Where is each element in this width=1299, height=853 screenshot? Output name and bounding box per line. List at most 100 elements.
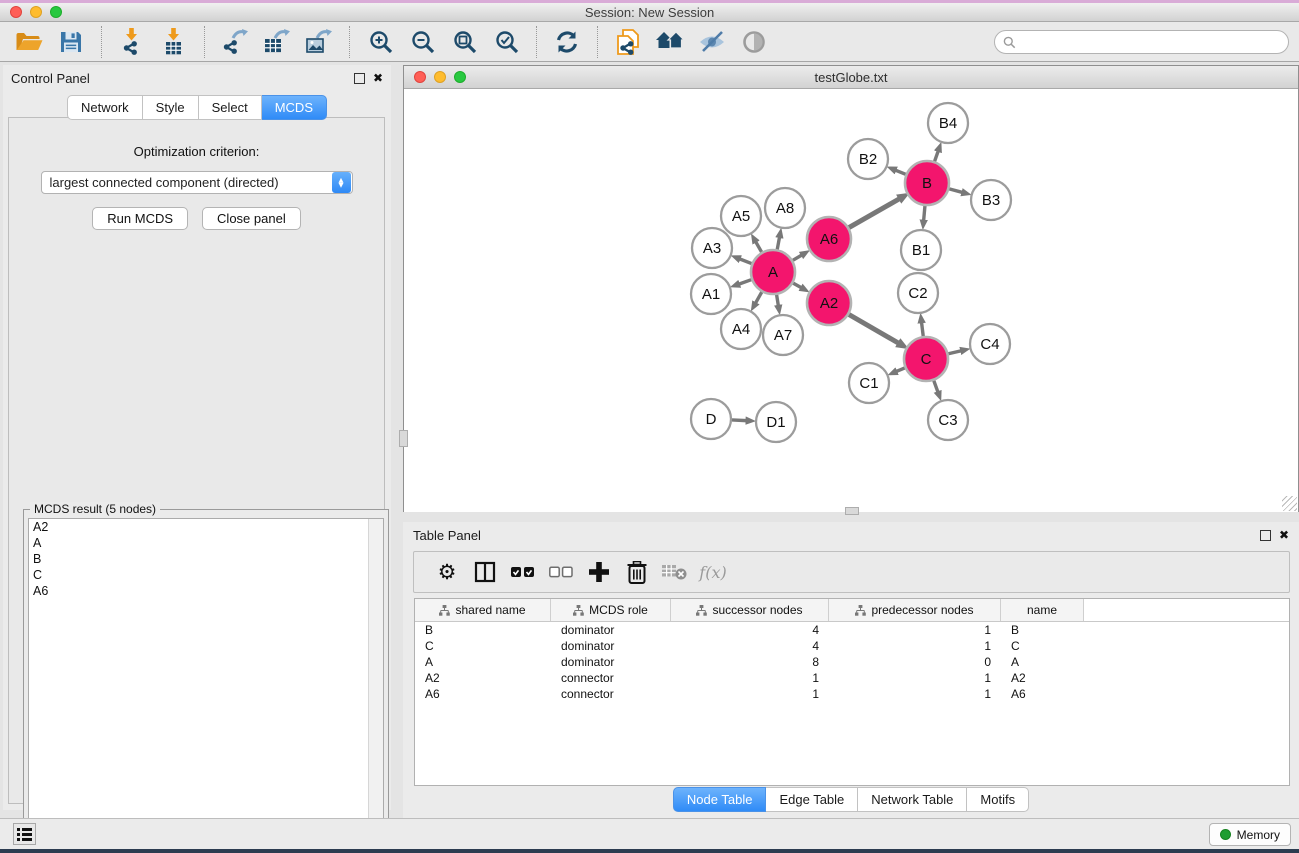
result-item[interactable]: A <box>29 535 383 551</box>
result-item[interactable]: A6 <box>29 583 383 599</box>
search-input[interactable] <box>1021 34 1288 50</box>
close-panel-icon[interactable]: ✖ <box>373 73 383 83</box>
show-columns-button[interactable] <box>466 555 504 589</box>
table-row[interactable]: Cdominator41C <box>415 638 1289 654</box>
graph-node-C2[interactable]: C2 <box>898 273 938 313</box>
network-canvas[interactable]: B4B2BB3A8A5A6A3B1AC2A1A2A4A7C4CC1C3DD1 <box>404 89 1298 512</box>
export-image-button[interactable] <box>298 24 340 60</box>
bottom-splitter-grip[interactable] <box>845 507 859 515</box>
tab-node-table[interactable]: Node Table <box>673 787 767 812</box>
task-history-button[interactable] <box>13 823 36 845</box>
refresh-layout-button[interactable] <box>546 24 588 60</box>
result-item[interactable]: A2 <box>29 519 383 535</box>
table-settings-button[interactable]: ⚙ <box>428 555 466 589</box>
graph-node-D1[interactable]: D1 <box>756 402 796 442</box>
tab-edge-table[interactable]: Edge Table <box>766 787 858 812</box>
tab-motifs[interactable]: Motifs <box>967 787 1029 812</box>
graph-node-A1[interactable]: A1 <box>691 274 731 314</box>
table-row[interactable]: Bdominator41B <box>415 622 1289 638</box>
criterion-dropdown[interactable]: largest connected component (directed) ▲… <box>41 171 353 194</box>
edge-A2-C[interactable] <box>849 314 898 343</box>
graph-node-A[interactable]: A <box>751 250 795 294</box>
graph-node-A8[interactable]: A8 <box>765 188 805 228</box>
column-header-name[interactable]: name <box>1001 599 1084 621</box>
edge-C-C1[interactable] <box>897 368 905 371</box>
edge-B-B1[interactable] <box>924 206 925 220</box>
unselect-all-columns-button[interactable] <box>542 555 580 589</box>
net-close-icon[interactable] <box>414 71 426 83</box>
result-scrollbar[interactable] <box>368 519 383 843</box>
tab-select[interactable]: Select <box>199 95 262 120</box>
search-field[interactable] <box>994 30 1289 54</box>
open-file-button[interactable] <box>8 24 50 60</box>
close-table-panel-icon[interactable]: ✖ <box>1279 530 1289 540</box>
graph-node-B3[interactable]: B3 <box>971 180 1011 220</box>
table-row[interactable]: A6connector11A6 <box>415 686 1289 702</box>
graph-node-A6[interactable]: A6 <box>807 217 851 261</box>
create-column-button[interactable] <box>580 555 618 589</box>
graph-node-C1[interactable]: C1 <box>849 363 889 403</box>
graph-node-A7[interactable]: A7 <box>763 315 803 355</box>
net-zoom-icon[interactable] <box>454 71 466 83</box>
tab-style[interactable]: Style <box>143 95 199 120</box>
graph-node-A4[interactable]: A4 <box>721 309 761 349</box>
close-window-icon[interactable] <box>10 6 22 18</box>
tab-mcds[interactable]: MCDS <box>262 95 327 120</box>
graph-node-A3[interactable]: A3 <box>692 228 732 268</box>
graph-node-B4[interactable]: B4 <box>928 103 968 143</box>
edge-C-C4[interactable] <box>948 351 960 354</box>
delete-columns-button[interactable] <box>618 555 656 589</box>
column-header-successor-nodes[interactable]: successor nodes <box>671 599 829 621</box>
column-header-MCDS-role[interactable]: MCDS role <box>551 599 671 621</box>
hide-details-button[interactable] <box>691 24 733 60</box>
edge-A-A7[interactable] <box>777 295 779 306</box>
import-table-button[interactable] <box>153 24 195 60</box>
net-minimize-icon[interactable] <box>434 71 446 83</box>
select-all-columns-button[interactable] <box>504 555 542 589</box>
show-details-button[interactable] <box>733 24 775 60</box>
float-panel-icon[interactable] <box>354 73 365 84</box>
zoom-fit-button[interactable] <box>443 24 485 60</box>
graph-node-B2[interactable]: B2 <box>848 139 888 179</box>
edge-A-A2[interactable] <box>793 283 801 287</box>
graph-node-C3[interactable]: C3 <box>928 400 968 440</box>
import-network-button[interactable] <box>111 24 153 60</box>
zoom-window-icon[interactable] <box>50 6 62 18</box>
duplicate-network-button[interactable] <box>607 24 649 60</box>
edge-D-D1[interactable] <box>732 420 746 421</box>
edge-A6-B[interactable] <box>849 199 899 228</box>
edge-A-A8[interactable] <box>777 237 779 249</box>
graph-node-C4[interactable]: C4 <box>970 324 1010 364</box>
column-header-predecessor-nodes[interactable]: predecessor nodes <box>829 599 1001 621</box>
edge-A-A6[interactable] <box>793 255 802 260</box>
table-row[interactable]: Adominator80A <box>415 654 1289 670</box>
tab-network-table[interactable]: Network Table <box>858 787 967 812</box>
float-table-panel-icon[interactable] <box>1260 530 1271 541</box>
edge-A-A5[interactable] <box>756 242 762 252</box>
edge-A-A3[interactable] <box>740 259 752 264</box>
run-mcds-button[interactable]: Run MCDS <box>92 207 188 230</box>
left-splitter-grip[interactable] <box>399 430 408 447</box>
export-network-button[interactable] <box>214 24 256 60</box>
graph-node-A2[interactable]: A2 <box>807 281 851 325</box>
edge-C-C3[interactable] <box>934 381 938 392</box>
edge-A-A1[interactable] <box>739 280 751 284</box>
close-panel-button[interactable]: Close panel <box>202 207 301 230</box>
column-header-shared-name[interactable]: shared name <box>415 599 551 621</box>
table-row[interactable]: A2connector11A2 <box>415 670 1289 686</box>
function-builder-button[interactable]: f(x) <box>694 555 732 589</box>
minimize-window-icon[interactable] <box>30 6 42 18</box>
zoom-selected-button[interactable] <box>485 24 527 60</box>
graph-node-C[interactable]: C <box>904 337 948 381</box>
edge-B-B2[interactable] <box>896 170 906 174</box>
graph-node-A5[interactable]: A5 <box>721 196 761 236</box>
result-item[interactable]: C <box>29 567 383 583</box>
home-view-button[interactable] <box>649 24 691 60</box>
edge-C-C2[interactable] <box>922 323 924 336</box>
graph-node-B1[interactable]: B1 <box>901 230 941 270</box>
tab-network[interactable]: Network <box>67 95 143 120</box>
result-item[interactable]: B <box>29 551 383 567</box>
zoom-out-button[interactable] <box>401 24 443 60</box>
graph-node-D[interactable]: D <box>691 399 731 439</box>
memory-button[interactable]: Memory <box>1209 823 1291 846</box>
